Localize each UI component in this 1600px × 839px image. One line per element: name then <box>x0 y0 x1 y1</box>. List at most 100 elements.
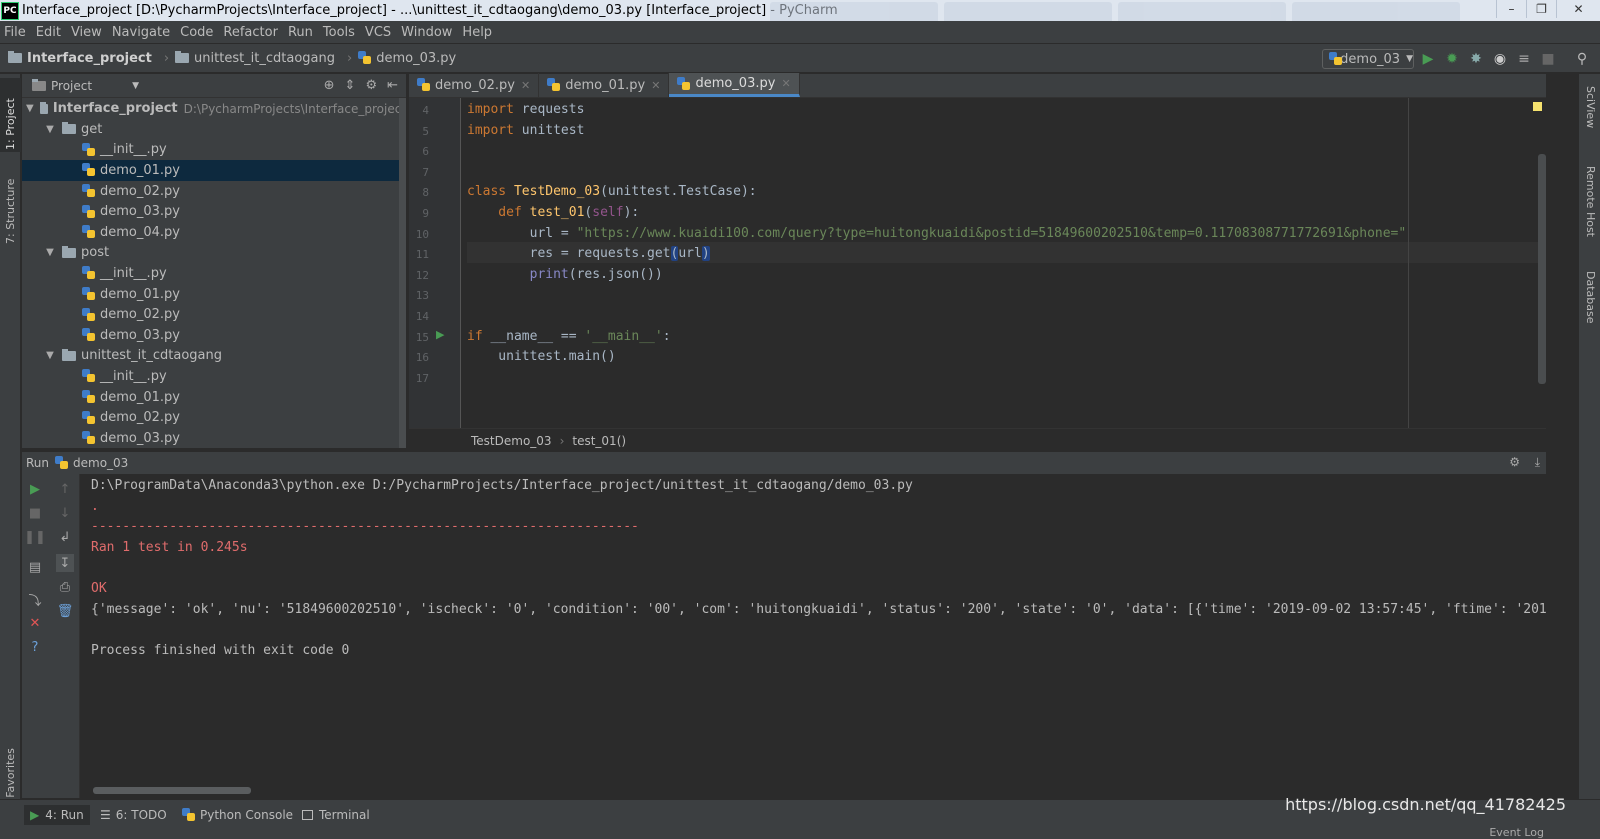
stop-icon[interactable]: ■ <box>26 504 44 522</box>
tree-file[interactable]: demo_01.py <box>22 160 406 181</box>
code-token: test_01 <box>521 205 585 220</box>
menu-window[interactable]: Window <box>401 25 452 40</box>
expand-arrow-icon[interactable]: ▼ <box>44 350 56 361</box>
close-icon[interactable]: ✕ <box>781 77 790 90</box>
pin-icon[interactable]: ⤵ <box>26 590 44 609</box>
debug-icon[interactable]: ✹ <box>1444 51 1460 67</box>
menu-run[interactable]: Run <box>288 25 313 40</box>
breadcrumb-file[interactable]: demo_03.py <box>358 51 456 66</box>
menu-tools[interactable]: Tools <box>323 25 355 40</box>
pause-icon[interactable]: ❚❚ <box>24 528 46 546</box>
tool-tab-remote-host[interactable]: Remote Host <box>1579 164 1600 264</box>
hide-panel-icon[interactable]: ⤓ <box>1535 455 1540 470</box>
tree-file[interactable]: demo_02.py <box>22 304 406 325</box>
coverage-icon[interactable]: ✸ <box>1468 51 1484 67</box>
menu-navigate[interactable]: Navigate <box>112 25 170 40</box>
tab-demo-01[interactable]: demo_01.py ✕ <box>539 73 670 97</box>
tree-folder[interactable]: ▼ unittest_it_cdtaogang <box>22 346 406 367</box>
close-icon[interactable]: ✕ <box>26 614 44 632</box>
gear-icon[interactable]: ⚙ <box>365 78 377 93</box>
run-icon[interactable]: ▶ <box>1420 51 1436 67</box>
tree-file[interactable]: demo_02.py <box>22 407 406 428</box>
breadcrumb-folder[interactable]: unittest_it_cdtaogang <box>175 51 335 66</box>
breadcrumb-project[interactable]: Interface_project <box>8 51 152 66</box>
layout-icon[interactable]: ▤ <box>26 558 44 576</box>
tool-tab-sciview[interactable]: SciView <box>1579 84 1600 154</box>
tab-demo-02[interactable]: demo_02.py ✕ <box>409 73 540 97</box>
menu-vcs[interactable]: VCS <box>365 25 391 40</box>
trash-icon[interactable]: 🗑 <box>56 602 74 620</box>
tree-root[interactable]: ▼ Interface_project D:\PycharmProjects\I… <box>22 98 406 119</box>
menu-code[interactable]: Code <box>180 25 213 40</box>
close-icon[interactable]: ✕ <box>521 79 530 92</box>
tool-tab-python-console[interactable]: Python Console <box>176 805 299 825</box>
expand-arrow-icon[interactable]: ▼ <box>26 103 34 114</box>
run-gutter-icon[interactable]: ▶ <box>436 328 444 341</box>
tree-file[interactable]: demo_03.py <box>22 428 406 449</box>
hide-panel-icon[interactable]: ⇤ <box>387 78 398 93</box>
tree-file[interactable]: demo_01.py <box>22 387 406 408</box>
project-scrollbar[interactable] <box>399 98 406 448</box>
python-file-icon <box>82 184 95 198</box>
menu-view[interactable]: View <box>71 25 102 40</box>
locate-icon[interactable]: ⊕ <box>324 78 335 93</box>
tree-item-label: demo_03.py <box>100 430 180 446</box>
project-panel-title[interactable]: Project <box>51 79 92 93</box>
expand-arrow-icon[interactable]: ▼ <box>44 124 56 135</box>
tool-tab-terminal[interactable]: Terminal <box>296 805 376 825</box>
tool-tab-run[interactable]: ▶ 4: Run <box>24 805 90 825</box>
tool-tab-project[interactable]: 1: Project <box>0 78 21 152</box>
python-file-icon <box>547 78 561 92</box>
concurrency-icon[interactable]: ≡ <box>1516 51 1532 67</box>
console-horizontal-scrollbar[interactable] <box>93 787 251 794</box>
run-config-dropdown[interactable]: demo_03 ▼ <box>1322 49 1414 69</box>
chevron-down-icon[interactable]: ▼ <box>132 81 139 91</box>
tree-file[interactable]: demo_03.py <box>22 201 406 222</box>
event-log-button[interactable]: Event Log <box>1489 826 1544 839</box>
rerun-icon[interactable]: ▶ <box>26 480 44 498</box>
minimize-button[interactable]: – <box>1496 0 1526 18</box>
tree-file[interactable]: demo_03.py <box>22 325 406 346</box>
menu-help[interactable]: Help <box>462 25 492 40</box>
run-panel-config[interactable]: demo_03 <box>73 456 128 470</box>
tab-demo-03[interactable]: demo_03.py ✕ <box>669 73 800 97</box>
tree-file[interactable]: demo_01.py <box>22 284 406 305</box>
scroll-to-end-icon[interactable]: ↧ <box>56 554 74 572</box>
tool-tab-todo[interactable]: ☰ 6: TODO <box>94 805 173 825</box>
tree-file[interactable]: demo_02.py <box>22 181 406 202</box>
tree-file[interactable]: __init__.py <box>22 366 406 387</box>
down-arrow-icon[interactable]: ↓ <box>56 504 74 522</box>
editor-scrollbar[interactable] <box>1538 154 1546 384</box>
tree-file[interactable]: __init__.py <box>22 140 406 161</box>
editor-breadcrumb-method[interactable]: test_01() <box>572 434 626 448</box>
gear-icon[interactable]: ⚙ <box>1509 455 1520 469</box>
tool-tab-structure[interactable]: 7: Structure <box>0 166 21 246</box>
soft-wrap-icon[interactable]: ↲ <box>56 528 74 546</box>
tree-file[interactable]: demo_04.py <box>22 222 406 243</box>
tool-tab-database[interactable]: Database <box>1579 269 1600 349</box>
editor-breadcrumb: TestDemo_03 › test_01() <box>409 428 1546 452</box>
tree-folder[interactable]: ▼ post <box>22 243 406 264</box>
close-button[interactable]: ✕ <box>1556 0 1600 18</box>
search-icon[interactable]: ⚲ <box>1574 51 1590 67</box>
collapse-all-icon[interactable]: ⇕ <box>345 78 356 93</box>
profile-icon[interactable]: ◉ <box>1492 51 1508 67</box>
run-toolbar: ▶ ↑ ■ ↓ ❚❚ ↲ ▤ ↧ ⎙ ⤵ 🗑 ✕ ? <box>22 474 80 798</box>
code-area[interactable]: import requests import unittest class Te… <box>467 98 1546 428</box>
editor-breadcrumb-class[interactable]: TestDemo_03 <box>471 434 552 448</box>
close-icon[interactable]: ✕ <box>651 79 660 92</box>
up-arrow-icon[interactable]: ↑ <box>56 480 74 498</box>
tree-file[interactable]: __init__.py <box>22 263 406 284</box>
code-token: unittest.main() <box>467 349 616 365</box>
menu-edit[interactable]: Edit <box>36 25 61 40</box>
maximize-button[interactable]: ❐ <box>1526 0 1556 18</box>
menu-refactor[interactable]: Refactor <box>223 25 278 40</box>
stop-icon[interactable]: ■ <box>1540 51 1556 67</box>
inspection-status-icon[interactable] <box>1533 102 1542 111</box>
help-icon[interactable]: ? <box>26 638 44 656</box>
menu-file[interactable]: File <box>4 25 26 40</box>
tree-folder[interactable]: ▼ get <box>22 119 406 140</box>
expand-arrow-icon[interactable]: ▼ <box>44 247 56 258</box>
print-icon[interactable]: ⎙ <box>56 578 74 596</box>
console-output[interactable]: D:\ProgramData\Anaconda3\python.exe D:/P… <box>91 474 1547 774</box>
